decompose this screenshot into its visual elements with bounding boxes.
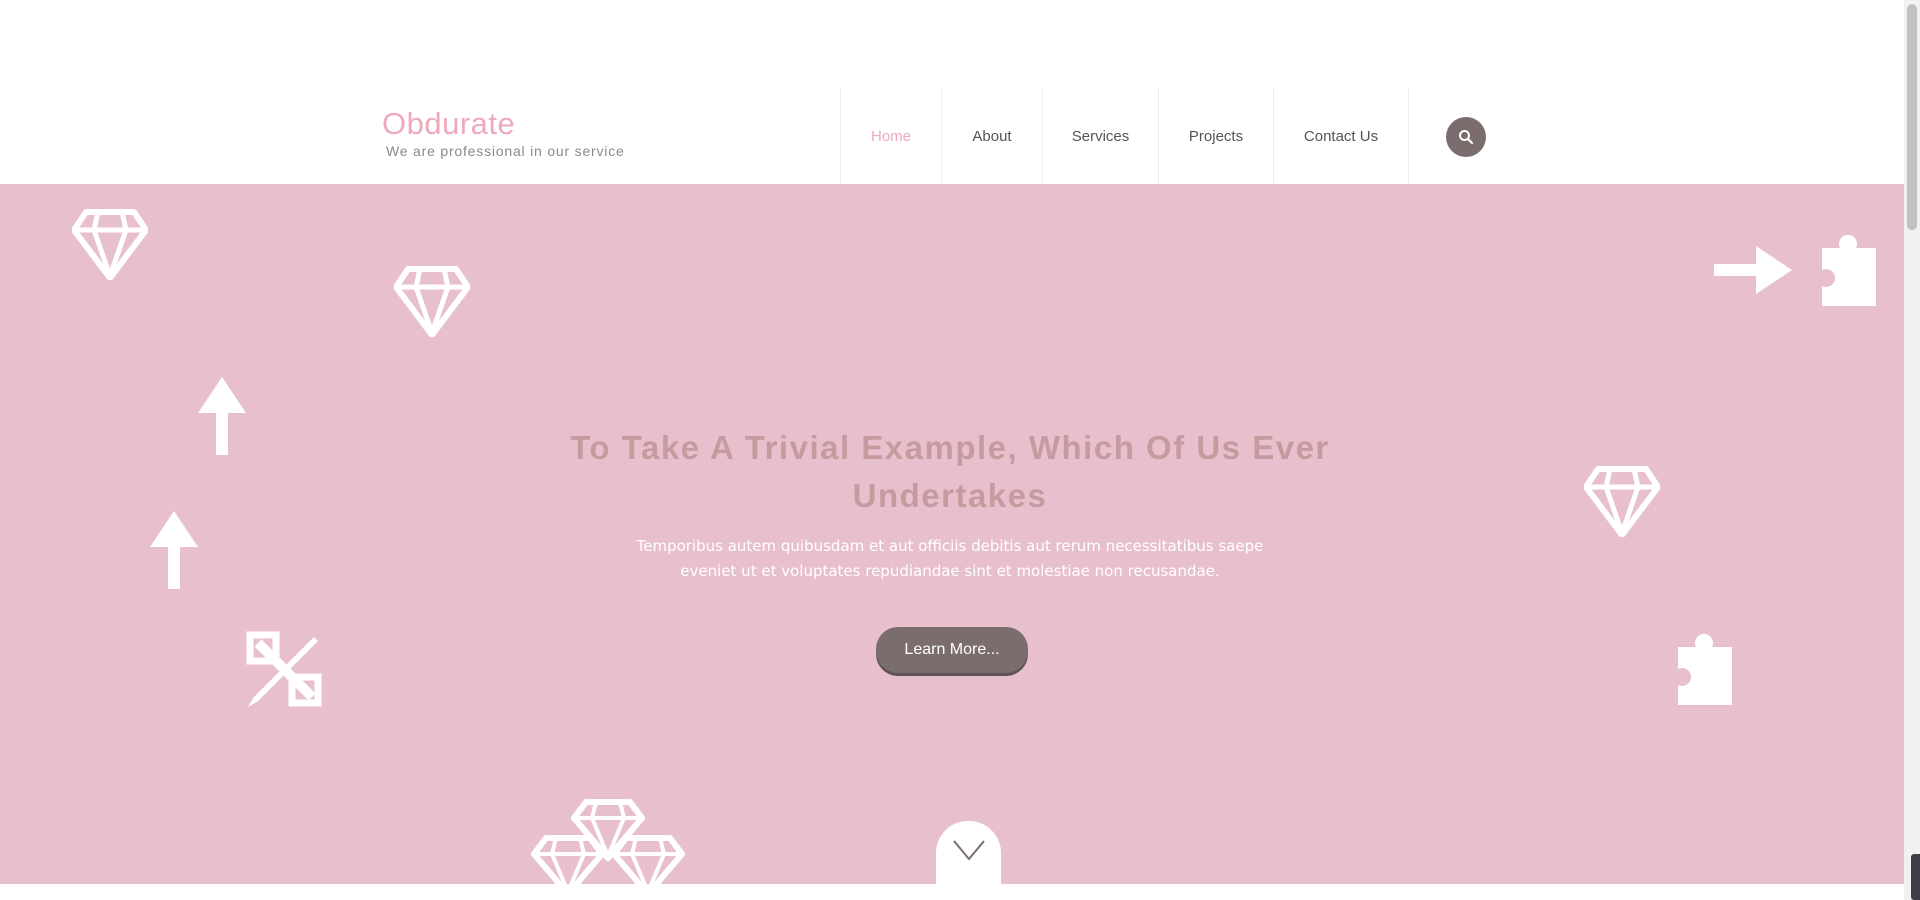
- search-icon: [1459, 130, 1474, 145]
- nav-item-about[interactable]: About: [941, 88, 1042, 184]
- search-button[interactable]: [1446, 117, 1486, 157]
- arrow-up-icon: [198, 377, 246, 455]
- hero-description: Temporibus autem quibusdam et aut offici…: [636, 537, 1264, 580]
- nav-item-home[interactable]: Home: [840, 88, 941, 184]
- scrollbar-thumb[interactable]: [1907, 4, 1917, 230]
- diamond-cluster-icon: [531, 799, 685, 884]
- nav-item-services[interactable]: Services: [1042, 88, 1158, 184]
- pencil-ruler-icon: [246, 631, 322, 707]
- chevron-down-icon: [952, 840, 985, 861]
- diamond-icon: [394, 266, 470, 337]
- nav-item-contact-us[interactable]: Contact Us: [1273, 88, 1408, 184]
- main-nav: Home About Services Projects Contact Us: [840, 88, 1409, 184]
- scroll-down-button[interactable]: [936, 821, 1001, 884]
- puzzle-icon: [1822, 234, 1876, 306]
- learn-more-button[interactable]: Learn More...: [876, 627, 1028, 673]
- hero-title: To Take A Trivial Example, Which Of Us E…: [570, 429, 1330, 514]
- logo-title[interactable]: Obdurate: [382, 106, 515, 142]
- side-widget[interactable]: [1911, 854, 1920, 900]
- diamond-icon: [72, 209, 148, 280]
- logo-tagline: We are professional in our service: [386, 143, 625, 159]
- arrow-up-icon: [150, 511, 198, 589]
- diamond-icon: [1584, 466, 1660, 537]
- site-header: Obdurate We are professional in our serv…: [0, 0, 1904, 184]
- puzzle-icon: [1678, 633, 1732, 705]
- arrow-right-icon: [1714, 246, 1792, 294]
- hero-section: To Take A Trivial Example, Which Of Us E…: [0, 184, 1904, 884]
- nav-item-projects[interactable]: Projects: [1158, 88, 1273, 184]
